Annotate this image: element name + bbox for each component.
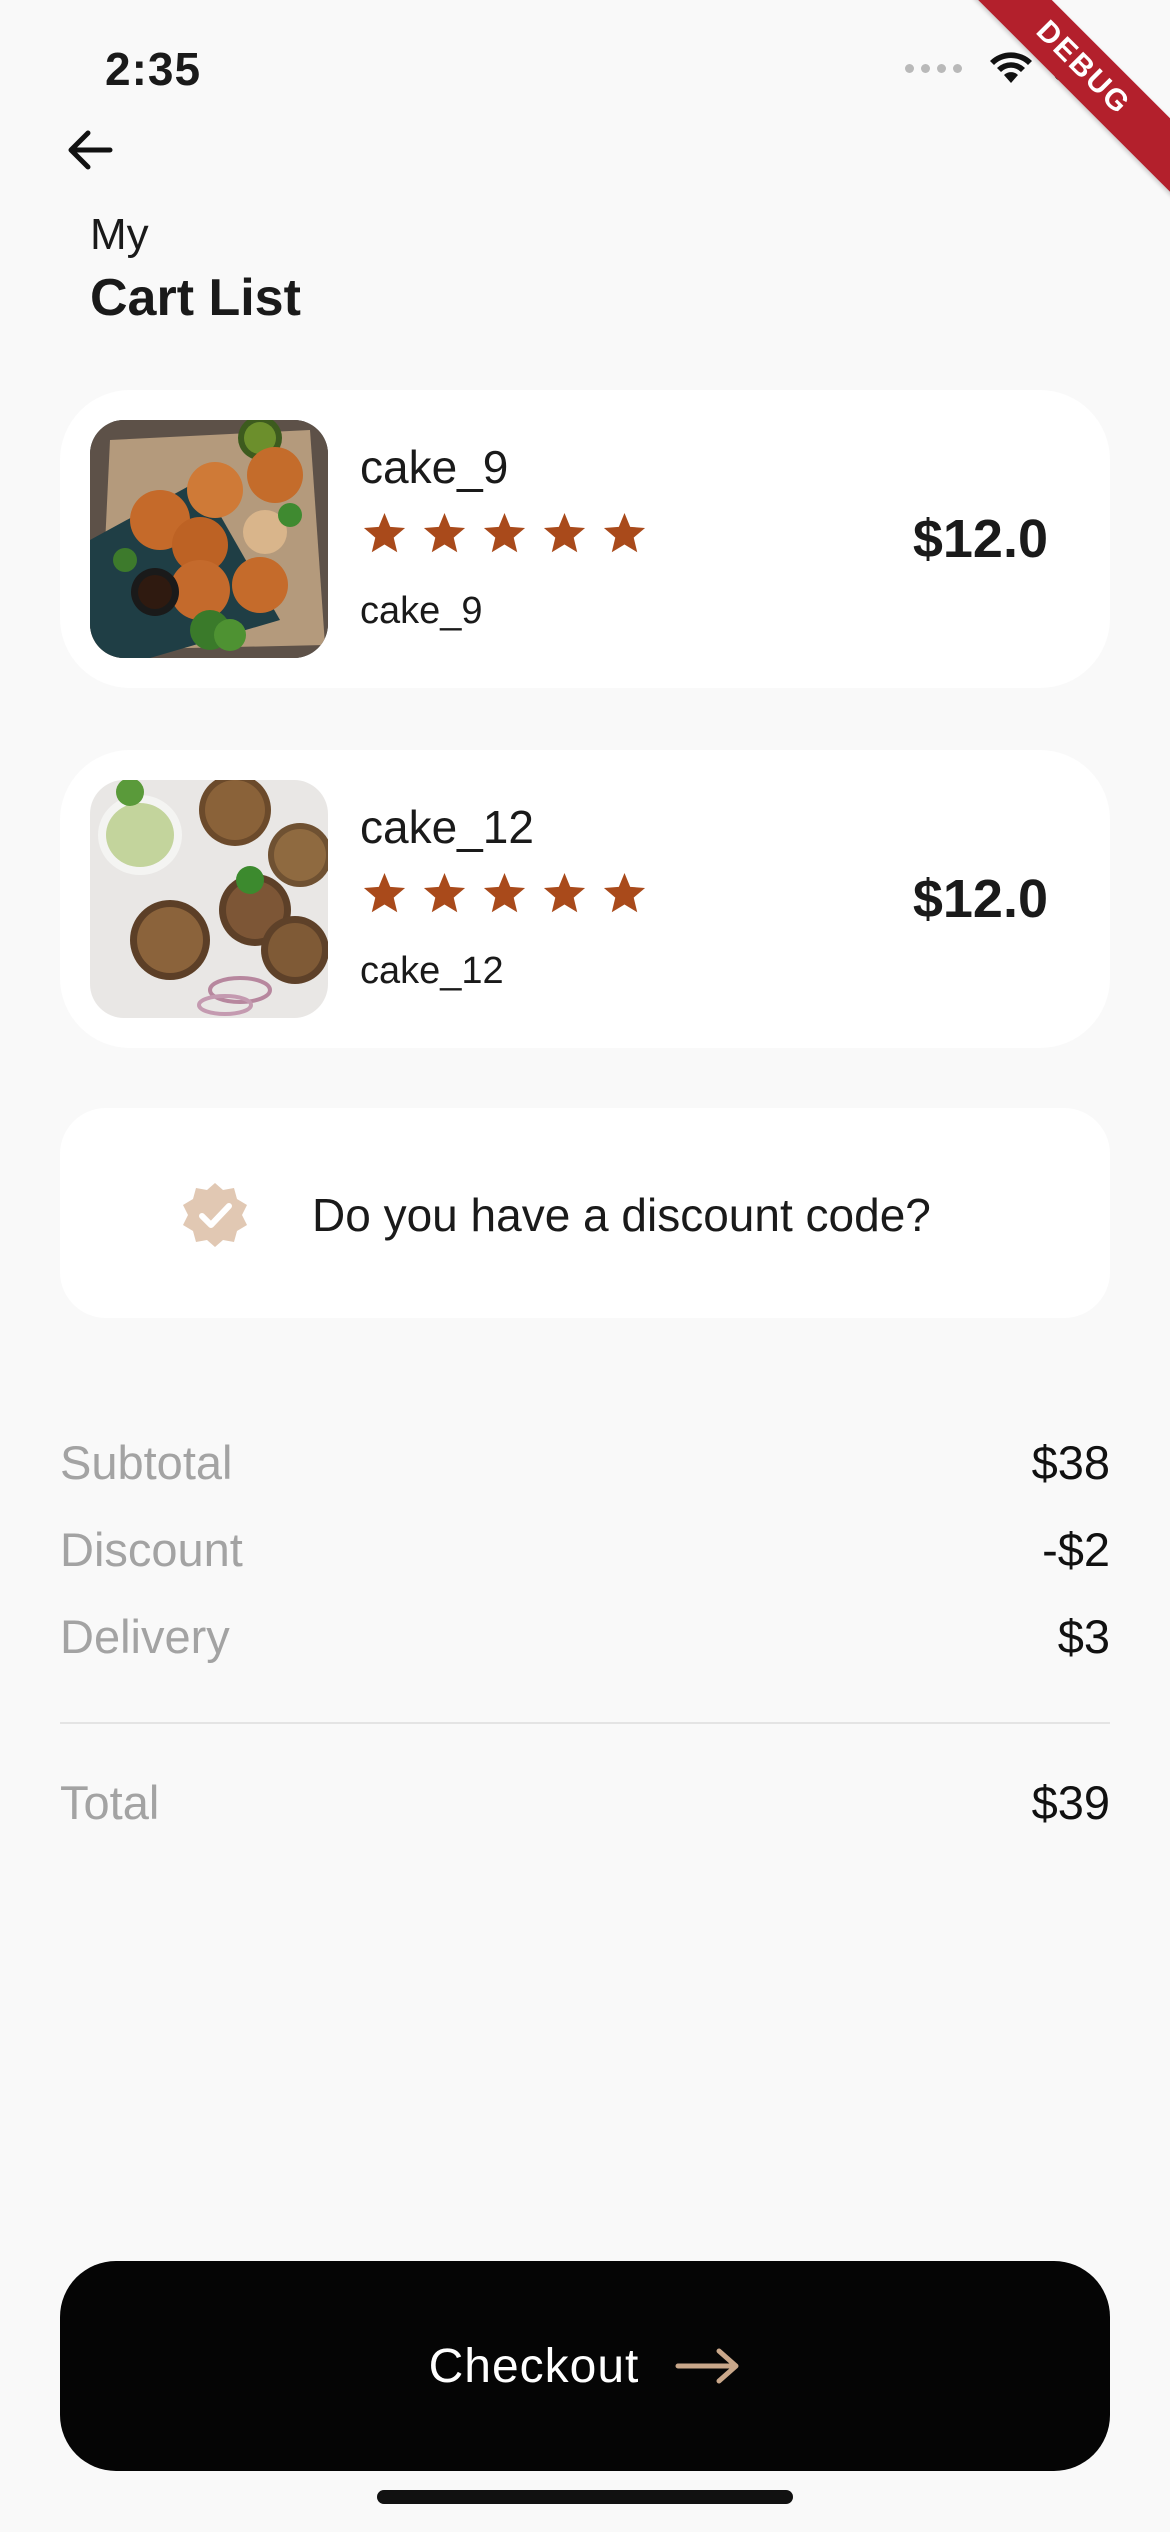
checkout-button[interactable]: Checkout — [60, 2261, 1110, 2471]
total-row: Total $39 — [60, 1775, 1110, 1835]
wifi-icon — [990, 52, 1032, 83]
delivery-row: Delivery $3 — [60, 1609, 1110, 1669]
star-icon — [603, 512, 646, 553]
page-title: Cart List — [90, 269, 301, 327]
total-label: Total — [60, 1776, 160, 1829]
debug-banner: DEBUG — [947, 0, 1170, 204]
summary-divider — [60, 1722, 1110, 1724]
cart-item[interactable]: cake_12 cake_12 $12.0 — [60, 750, 1110, 1048]
item-price: $12.0 — [912, 509, 1048, 569]
subtotal-value: $38 — [1031, 1436, 1110, 1489]
item-name: cake_9 — [360, 441, 509, 493]
total-value: $39 — [1031, 1776, 1110, 1829]
delivery-value: $3 — [1057, 1610, 1110, 1663]
checkout-label: Checkout — [428, 2339, 640, 2393]
discount-prompt: Do you have a discount code? — [312, 1189, 931, 1241]
star-icon — [603, 872, 646, 913]
star-icon — [423, 512, 466, 553]
cart-list: cake_9 cake_9 $12.0 cake_12 cake_12 $12.… — [60, 390, 1110, 1110]
star-icon — [363, 512, 406, 553]
subtotal-label: Subtotal — [60, 1436, 233, 1489]
item-subtitle: cake_9 — [360, 590, 483, 632]
back-button[interactable] — [62, 122, 118, 178]
home-indicator — [377, 2490, 793, 2504]
star-icon — [483, 872, 526, 913]
discount-row: Discount -$2 — [60, 1522, 1110, 1582]
star-icon — [363, 872, 406, 913]
patties-with-chutney-photo — [90, 780, 328, 1018]
discount-code-button[interactable]: Do you have a discount code? — [60, 1108, 1110, 1318]
arrow-left-icon — [68, 130, 113, 170]
star-icon — [423, 872, 466, 913]
discount-label: Discount — [60, 1523, 243, 1576]
status-time: 2:35 — [105, 43, 202, 95]
rating-stars — [360, 870, 649, 917]
arrow-right-icon — [675, 2348, 739, 2384]
delivery-label: Delivery — [60, 1610, 230, 1663]
star-icon — [543, 512, 586, 553]
subtotal-row: Subtotal $38 — [60, 1435, 1110, 1495]
item-price: $12.0 — [912, 869, 1048, 929]
star-icon — [543, 872, 586, 913]
cart-item[interactable]: cake_9 cake_9 $12.0 — [60, 390, 1110, 688]
cellular-signal-icon — [905, 63, 962, 73]
rating-stars — [360, 510, 649, 557]
discount-value: -$2 — [1042, 1523, 1110, 1576]
page-subtitle: My — [90, 210, 149, 259]
item-name: cake_12 — [360, 801, 534, 853]
item-subtitle: cake_12 — [360, 950, 504, 992]
fried-cutlets-photo — [90, 420, 328, 658]
star-icon — [483, 512, 526, 553]
verified-badge-icon — [183, 1183, 247, 1247]
